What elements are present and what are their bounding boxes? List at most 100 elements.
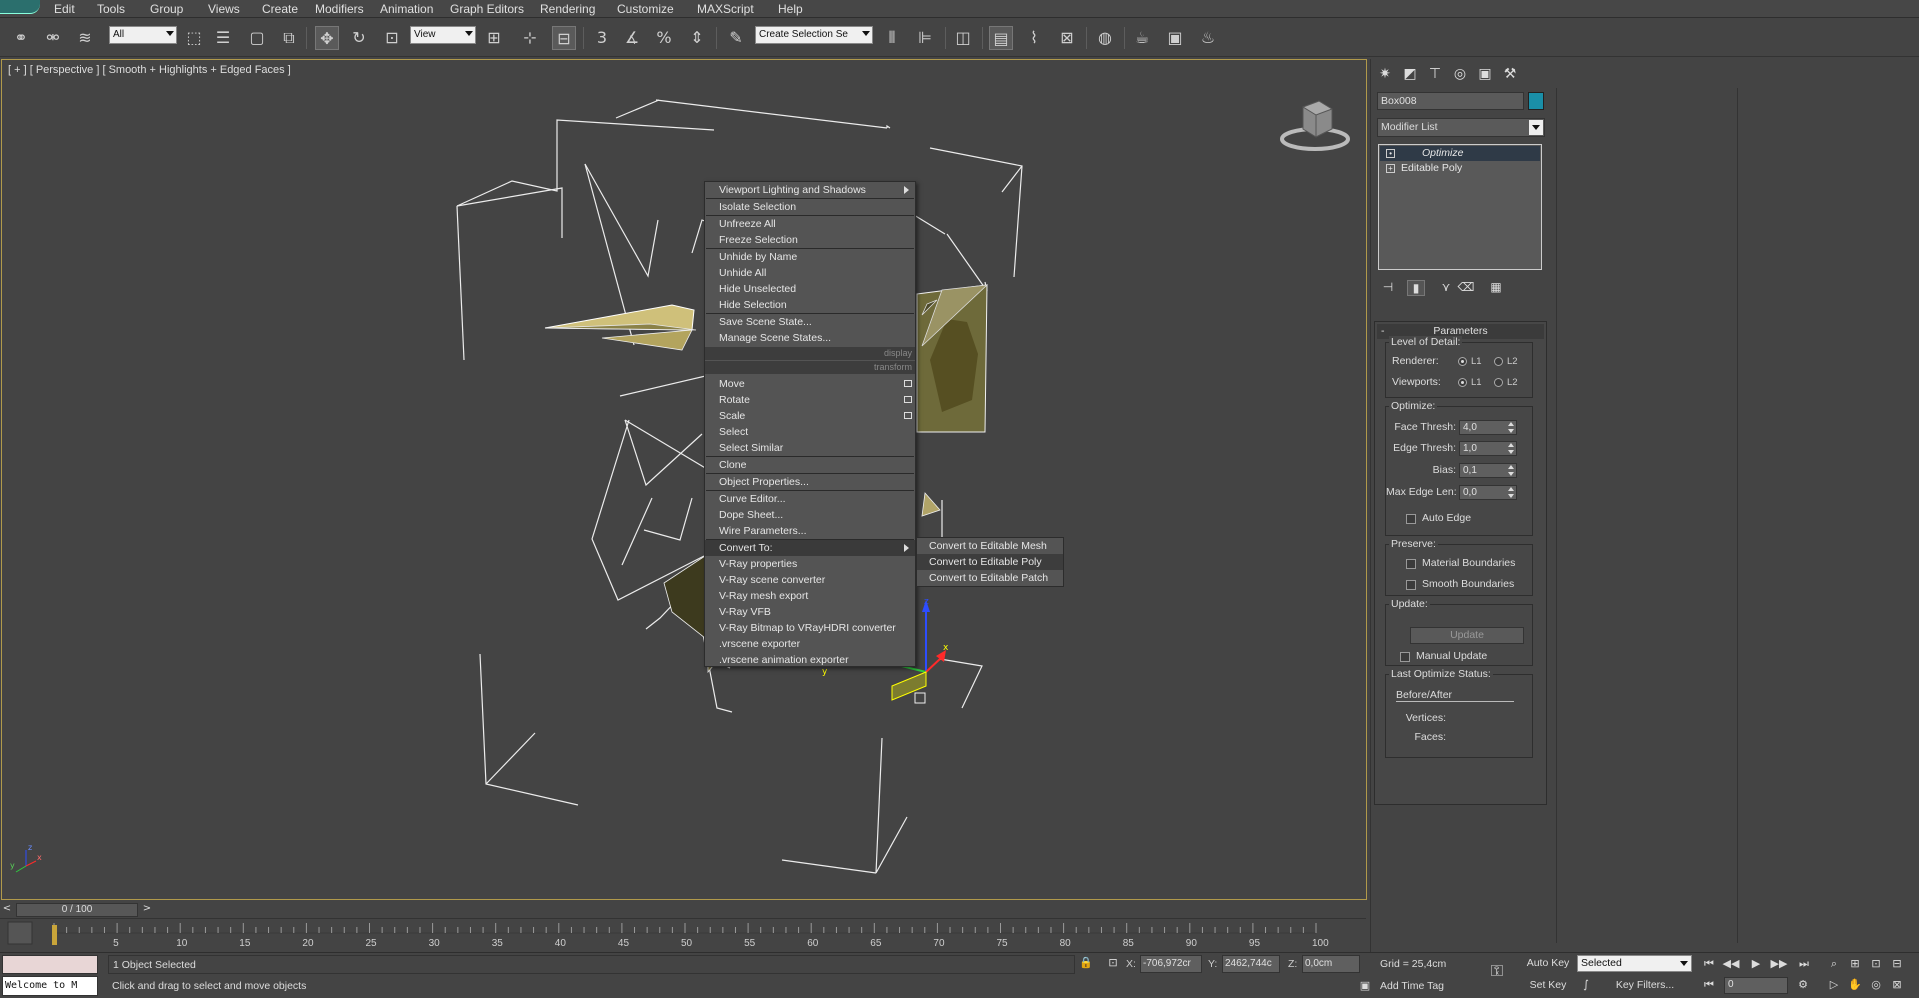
select-manipulate-icon[interactable]: ⊹	[518, 26, 542, 50]
time-slider-prev-icon[interactable]: <	[0, 903, 14, 917]
options-box-icon[interactable]	[904, 412, 912, 419]
track-bar[interactable]: 5 10 15 20 25 30 35 40 45 50 55 60 65 70 75 80 85 90 95 100	[0, 918, 1366, 952]
lightbulb-icon[interactable]: •	[1386, 149, 1395, 158]
x-coordinate-field[interactable]: -706,972cr	[1140, 955, 1202, 973]
pivot-center-icon[interactable]: ⊞	[482, 26, 506, 50]
menu-item-isolate-selection[interactable]: Isolate Selection	[705, 199, 915, 215]
menu-item-vray-mesh-export[interactable]: V-Ray mesh export	[705, 588, 915, 604]
key-filters-button[interactable]: Key Filters...	[1600, 977, 1690, 995]
zoom-extents-all-icon[interactable]: ⊟	[1888, 956, 1906, 972]
menu-item-hide-selection[interactable]: Hide Selection	[705, 297, 915, 313]
time-slider[interactable]: < 0 / 100 >	[0, 902, 1366, 918]
add-time-tag-button[interactable]: Add Time Tag	[1380, 980, 1444, 992]
angle-snap-icon[interactable]: ∡	[620, 26, 644, 50]
menu-rendering[interactable]: Rendering	[540, 2, 595, 16]
menu-item-rotate[interactable]: Rotate	[705, 392, 915, 408]
reference-coordinate-dropdown[interactable]: View	[410, 26, 476, 44]
lock-selection-icon[interactable]: 🔒	[1077, 955, 1095, 971]
menu-modifiers[interactable]: Modifiers	[315, 2, 364, 16]
menu-help[interactable]: Help	[778, 2, 803, 16]
menu-views[interactable]: Views	[208, 2, 240, 16]
keyboard-shortcut-override-icon[interactable]: ⊟	[552, 26, 576, 50]
menu-maxscript[interactable]: MAXScript	[697, 2, 754, 16]
modify-tab-icon[interactable]: ◩	[1399, 63, 1421, 85]
spinner-arrows-icon[interactable]	[1508, 443, 1515, 454]
max-edge-len-spinner[interactable]: 0,0	[1459, 485, 1517, 500]
expand-plus-icon[interactable]: +	[1386, 164, 1395, 173]
pin-stack-icon[interactable]: ⊣	[1379, 280, 1397, 296]
mirror-icon[interactable]: ⫴	[880, 26, 904, 50]
show-end-result-icon[interactable]: ▮	[1407, 280, 1425, 296]
field-of-view-icon[interactable]: ▷	[1825, 977, 1843, 993]
object-name-field[interactable]: Box008	[1377, 92, 1524, 110]
menu-item-save-scene-state[interactable]: Save Scene State...	[705, 314, 915, 330]
modifier-list-dropdown[interactable]: Modifier List	[1377, 118, 1545, 137]
unlink-icon[interactable]: ⚮	[41, 26, 65, 50]
options-box-icon[interactable]	[904, 396, 912, 403]
menu-item-clone[interactable]: Clone	[705, 457, 915, 473]
percent-snap-icon[interactable]: %	[652, 26, 676, 50]
time-slider-next-icon[interactable]: >	[140, 903, 154, 917]
go-to-end-icon[interactable]: ⏭	[1795, 956, 1813, 972]
remove-modifier-icon[interactable]: ⌫	[1457, 280, 1475, 296]
menu-item-unhide-by-name[interactable]: Unhide by Name	[705, 249, 915, 265]
zoom-extents-icon[interactable]: ⊡	[1867, 956, 1885, 972]
next-frame-icon[interactable]: ▶▶	[1770, 956, 1788, 972]
menu-item-move[interactable]: Move	[705, 376, 915, 392]
menu-item-wire-parameters[interactable]: Wire Parameters...	[705, 523, 915, 539]
menu-item-curve-editor[interactable]: Curve Editor...	[705, 491, 915, 507]
menu-edit[interactable]: Edit	[54, 2, 75, 16]
layer-manager-icon[interactable]: ◫	[951, 26, 975, 50]
snaps-toggle-icon[interactable]: 3	[590, 26, 614, 50]
schematic-view-icon[interactable]: ⊠	[1055, 26, 1079, 50]
menu-group[interactable]: Group	[150, 2, 183, 16]
menu-item-convert-to[interactable]: Convert To:	[705, 540, 915, 556]
z-coordinate-field[interactable]: 0,0cm	[1302, 955, 1360, 973]
menu-create[interactable]: Create	[262, 2, 298, 16]
key-selection-set-dropdown[interactable]: Selected	[1577, 955, 1692, 972]
key-mode-toggle-icon[interactable]: ⏮	[1700, 977, 1718, 993]
material-editor-icon[interactable]: ◍	[1093, 26, 1117, 50]
curve-editor-icon[interactable]: ⌇	[1022, 26, 1046, 50]
renderer-l2-radio[interactable]	[1494, 357, 1503, 366]
update-button[interactable]: Update	[1410, 627, 1524, 644]
menu-item-vray-bitmap-converter[interactable]: V-Ray Bitmap to VRayHDRI converter	[705, 620, 915, 636]
menu-item-scale[interactable]: Scale	[705, 408, 915, 424]
bind-space-warp-icon[interactable]: ≋	[73, 26, 97, 50]
bias-spinner[interactable]: 0,1	[1459, 463, 1517, 478]
menu-item-vray-properties[interactable]: V-Ray properties	[705, 556, 915, 572]
menu-customize[interactable]: Customize	[617, 2, 674, 16]
edit-named-selection-icon[interactable]: ✎	[724, 26, 748, 50]
smooth-boundaries-checkbox[interactable]	[1406, 580, 1416, 590]
spinner-arrows-icon[interactable]	[1508, 487, 1515, 498]
render-production-icon[interactable]: ♨	[1196, 26, 1220, 50]
orbit-icon[interactable]: ◎	[1867, 977, 1885, 993]
menu-item-vrscene-exporter[interactable]: .vrscene exporter	[705, 636, 915, 652]
menu-item-convert-editable-poly[interactable]: Convert to Editable Poly	[917, 554, 1063, 570]
time-tag-icon[interactable]: ▣	[1356, 978, 1374, 994]
menu-item-select[interactable]: Select	[705, 424, 915, 440]
perspective-viewport[interactable]: [ + ] [ Perspective ] [ Smooth + Highlig…	[1, 59, 1367, 900]
modifier-stack[interactable]: • Optimize + Editable Poly	[1378, 144, 1542, 270]
menu-tools[interactable]: Tools	[97, 2, 125, 16]
y-coordinate-field[interactable]: 2462,744c	[1222, 955, 1280, 973]
window-crossing-icon[interactable]: ⧉	[277, 26, 301, 50]
menu-item-vray-vfb[interactable]: V-Ray VFB	[705, 604, 915, 620]
configure-modifier-sets-icon[interactable]: ▦	[1487, 280, 1505, 296]
edge-thresh-spinner[interactable]: 1,0	[1459, 441, 1517, 456]
auto-edge-checkbox[interactable]	[1406, 514, 1416, 524]
stack-item-editable-poly[interactable]: + Editable Poly	[1380, 161, 1540, 176]
menu-graph-editors[interactable]: Graph Editors	[450, 2, 524, 16]
play-icon[interactable]: ▶	[1747, 956, 1765, 972]
menu-item-hide-unselected[interactable]: Hide Unselected	[705, 281, 915, 297]
stack-item-optimize[interactable]: • Optimize	[1380, 146, 1540, 161]
time-slider-thumb[interactable]: 0 / 100	[16, 903, 138, 917]
current-frame-field[interactable]: 0	[1724, 977, 1788, 994]
hierarchy-tab-icon[interactable]: ⊤	[1424, 63, 1446, 85]
menu-item-viewport-lighting[interactable]: Viewport Lighting and Shadows	[705, 182, 915, 198]
rect-selection-region-icon[interactable]: ▢	[245, 26, 269, 50]
select-object-icon[interactable]: ⬚	[182, 26, 206, 50]
menu-item-unfreeze-all[interactable]: Unfreeze All	[705, 216, 915, 232]
utilities-tab-icon[interactable]: ⚒	[1499, 63, 1521, 85]
menu-item-vray-scene-converter[interactable]: V-Ray scene converter	[705, 572, 915, 588]
